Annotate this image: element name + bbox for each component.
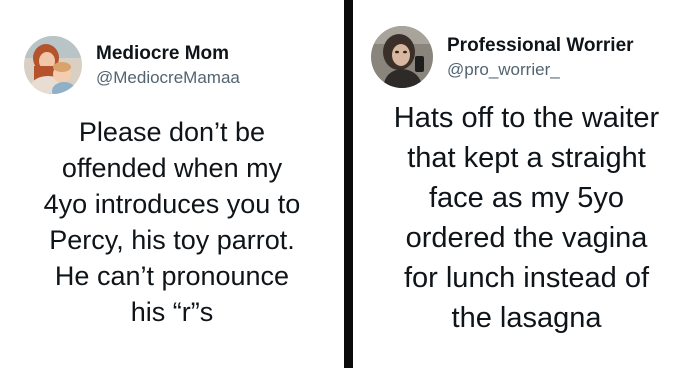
tweet-author: Mediocre Mom @MediocreMamaa xyxy=(96,42,240,89)
display-name[interactable]: Mediocre Mom xyxy=(96,42,240,65)
user-handle[interactable]: @pro_worrier_ xyxy=(447,59,634,81)
tweet-card-right: Professional Worrier @pro_worrier_ Hats … xyxy=(353,0,700,368)
profile-photo-icon xyxy=(371,26,433,88)
display-name[interactable]: Professional Worrier xyxy=(447,34,634,57)
tweet-card-left: Mediocre Mom @MediocreMamaa Please don’t… xyxy=(0,0,344,368)
tweet-header: Professional Worrier @pro_worrier_ xyxy=(371,26,634,88)
panel-divider xyxy=(344,0,353,368)
tweet-text: Please don’t be offended when my 4yo int… xyxy=(43,117,301,327)
avatar[interactable] xyxy=(371,26,433,88)
user-handle[interactable]: @MediocreMamaa xyxy=(96,67,240,89)
avatar[interactable] xyxy=(24,36,82,94)
tweet-header: Mediocre Mom @MediocreMamaa xyxy=(24,36,240,94)
tweet-text: Hats off to the waiter that kept a strai… xyxy=(393,102,660,334)
tweet-author: Professional Worrier @pro_worrier_ xyxy=(447,34,634,81)
profile-photo-icon xyxy=(24,36,82,94)
